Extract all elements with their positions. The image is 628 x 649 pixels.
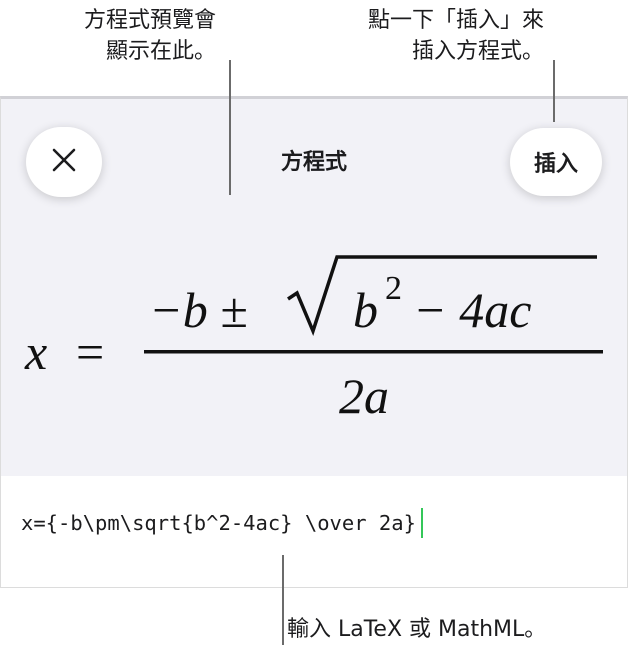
preview-callout-line1: 方程式預覽會 bbox=[83, 8, 216, 33]
text-caret bbox=[420, 508, 423, 538]
radicand-rest: − 4ac bbox=[413, 282, 531, 338]
insert-callout: 點一下「插入」來 插入方程式。 bbox=[368, 5, 544, 67]
input-area: x={-b\pm\sqrt{b^2-4ac} \over 2a} bbox=[1, 476, 627, 588]
insert-leader-line bbox=[553, 60, 555, 122]
fraction-bar bbox=[144, 350, 603, 354]
input-callout: 輸入 LaTeX 或 MathML。 bbox=[287, 617, 547, 642]
preview-callout: 方程式預覽會 顯示在此。 bbox=[84, 5, 216, 67]
equation-equals: = bbox=[76, 324, 104, 380]
radicand-exponent: 2 bbox=[385, 270, 402, 307]
equation-numerator-prefix: −b ± bbox=[149, 282, 248, 338]
equation-sheet: 方程式 插入 x = −b ± b 2 − 4ac 2a x={-b\pm\sq… bbox=[0, 96, 628, 588]
radicand-base: b bbox=[353, 282, 378, 338]
equation-denominator: 2a bbox=[339, 368, 389, 424]
preview-leader-line bbox=[229, 60, 231, 195]
insert-callout-line2: 插入方程式。 bbox=[411, 39, 544, 64]
insert-callout-line1: 點一下「插入」來 bbox=[367, 8, 544, 33]
equation-input[interactable]: x={-b\pm\sqrt{b^2-4ac} \over 2a} bbox=[21, 508, 423, 538]
preview-callout-line2: 顯示在此。 bbox=[105, 39, 216, 64]
equation-input-text: x={-b\pm\sqrt{b^2-4ac} \over 2a} bbox=[21, 511, 416, 535]
equation-preview-area: 方程式 插入 x = −b ± b 2 − 4ac 2a bbox=[1, 99, 627, 476]
equation-lhs: x bbox=[24, 324, 47, 380]
input-leader-line bbox=[282, 555, 284, 645]
